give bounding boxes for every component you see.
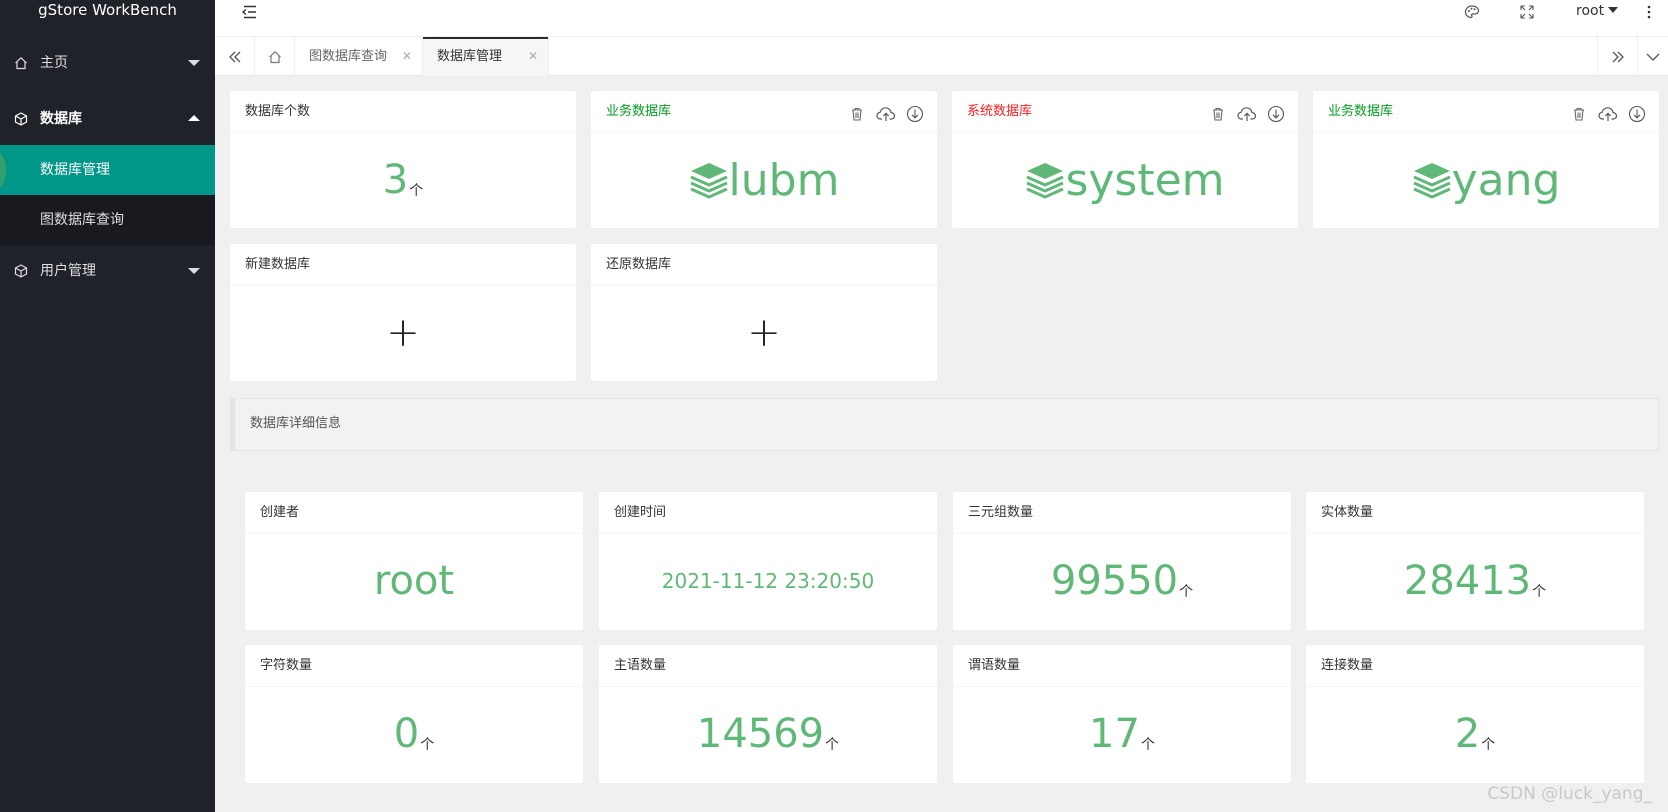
stat-label: 实体数量: [1306, 492, 1644, 534]
stat-card-entities: 实体数量 28413个: [1306, 492, 1644, 630]
stat-card-triples: 三元组数量 99550个: [953, 492, 1291, 630]
database-name: system: [1025, 155, 1225, 206]
stat-label: 创建时间: [599, 492, 937, 534]
database-type-label: 业务数据库: [1313, 91, 1659, 133]
card-title: 数据库个数: [230, 91, 576, 133]
user-menu[interactable]: root: [1576, 0, 1619, 24]
database-type-label: 业务数据库: [591, 91, 937, 133]
db-count-card: 数据库个数 3个: [230, 91, 576, 228]
app-logo: gStore WorkBench: [38, 1, 177, 19]
stat-label: 谓语数量: [953, 645, 1291, 687]
home-tab-icon[interactable]: [255, 37, 295, 76]
cube-icon: [14, 245, 30, 297]
stat-value: 0个: [393, 711, 435, 757]
stat-card-predicates: 谓语数量 17个: [953, 645, 1291, 783]
tab-label: 数据库管理: [437, 49, 503, 64]
stat-value: root: [373, 558, 455, 604]
sidebar-item-database[interactable]: 数据库: [0, 93, 215, 145]
sidebar-item-db-manage[interactable]: 数据库管理: [0, 145, 215, 195]
card-title: 还原数据库: [591, 244, 937, 286]
stat-card-literals: 字符数量 0个: [245, 645, 583, 783]
tab-menu-chevron-down-icon[interactable]: [1637, 37, 1668, 76]
upload-cloud-icon[interactable]: [1598, 104, 1618, 124]
scroll-left-icon[interactable]: [215, 37, 255, 76]
tabs-bar: 图数据库查询 ✕ 数据库管理 ✕: [215, 36, 1668, 76]
sidebar-item-label: 图数据库查询: [40, 212, 124, 228]
delete-icon[interactable]: [847, 104, 867, 124]
close-icon[interactable]: ✕: [402, 37, 412, 76]
tab-label: 图数据库查询: [309, 49, 388, 64]
download-circle-icon[interactable]: [1627, 104, 1647, 124]
db-count-value: 3个: [382, 157, 424, 203]
sidebar-item-label: 用户管理: [40, 263, 96, 279]
upload-cloud-icon[interactable]: [1237, 104, 1257, 124]
chevron-up-icon: [188, 115, 200, 121]
sidebar: gStore WorkBench 主页 数据库 数据库管理 图数据库查询 用户管…: [0, 0, 215, 812]
stat-label: 字符数量: [245, 645, 583, 687]
stat-value: 2021-11-12 23:20:50: [661, 569, 875, 593]
stat-label: 三元组数量: [953, 492, 1291, 534]
restore-database-card[interactable]: 还原数据库 +: [591, 244, 937, 381]
stat-value: 14569个: [696, 711, 840, 757]
database-stack-icon: [1026, 163, 1065, 199]
watermark: CSDN @luck_yang_: [1487, 784, 1652, 804]
upload-cloud-icon[interactable]: [876, 104, 896, 124]
sidebar-item-graph-query[interactable]: 图数据库查询: [0, 195, 215, 245]
database-stack-icon: [689, 163, 728, 199]
sidebar-submenu: 数据库管理 图数据库查询: [0, 145, 215, 245]
close-icon[interactable]: ✕: [528, 37, 538, 76]
database-name: lubm: [689, 155, 839, 206]
add-icon[interactable]: +: [386, 310, 420, 356]
stat-value: 2个: [1454, 711, 1496, 757]
palette-icon[interactable]: [1460, 0, 1484, 24]
sidebar-item-label: 数据库: [40, 111, 82, 127]
stat-label: 主语数量: [599, 645, 937, 687]
stat-card-created-time: 创建时间 2021-11-12 23:20:50: [599, 492, 937, 630]
stat-label: 创建者: [245, 492, 583, 534]
card-title: 新建数据库: [230, 244, 576, 286]
chevron-down-icon: [188, 60, 200, 66]
delete-icon[interactable]: [1569, 104, 1589, 124]
sidebar-item-users[interactable]: 用户管理: [0, 245, 215, 297]
database-stack-icon: [1412, 163, 1451, 199]
cube-icon: [14, 93, 30, 145]
stat-value: 17个: [1089, 711, 1155, 757]
username: root: [1576, 3, 1605, 19]
database-type-label: 系统数据库: [952, 91, 1298, 133]
ripple-effect: [0, 149, 6, 191]
chevron-down-icon: [188, 268, 200, 274]
database-name: yang: [1412, 155, 1560, 206]
add-icon[interactable]: +: [747, 310, 781, 356]
delete-icon[interactable]: [1208, 104, 1228, 124]
tab-graph-query[interactable]: 图数据库查询 ✕: [295, 37, 423, 76]
stat-value: 99550个: [1050, 558, 1194, 604]
fullscreen-icon[interactable]: [1515, 0, 1539, 24]
stat-label: 连接数量: [1306, 645, 1644, 687]
caret-down-icon: [1608, 7, 1619, 13]
menu-collapse-icon[interactable]: [238, 0, 260, 24]
details-heading: 数据库详细信息: [230, 398, 1659, 451]
more-vertical-icon[interactable]: [1639, 0, 1659, 24]
download-circle-icon[interactable]: [905, 104, 925, 124]
scroll-right-icon[interactable]: [1597, 37, 1637, 76]
home-icon: [14, 37, 30, 89]
stat-card-connections: 连接数量 2个: [1306, 645, 1644, 783]
database-card-lubm[interactable]: 业务数据库 lubm: [591, 91, 937, 228]
download-circle-icon[interactable]: [1266, 104, 1286, 124]
database-card-yang[interactable]: 业务数据库 yang: [1313, 91, 1659, 228]
stat-card-subjects: 主语数量 14569个: [599, 645, 937, 783]
stat-value: 28413个: [1403, 558, 1547, 604]
tab-db-manage[interactable]: 数据库管理 ✕: [423, 37, 549, 76]
sidebar-item-home[interactable]: 主页: [0, 37, 215, 89]
sidebar-item-label: 数据库管理: [40, 162, 110, 178]
database-card-system[interactable]: 系统数据库 system: [952, 91, 1298, 228]
create-database-card[interactable]: 新建数据库 +: [230, 244, 576, 381]
sidebar-item-label: 主页: [40, 55, 68, 71]
stat-card-creator: 创建者 root: [245, 492, 583, 630]
top-header: root: [215, 0, 1668, 36]
